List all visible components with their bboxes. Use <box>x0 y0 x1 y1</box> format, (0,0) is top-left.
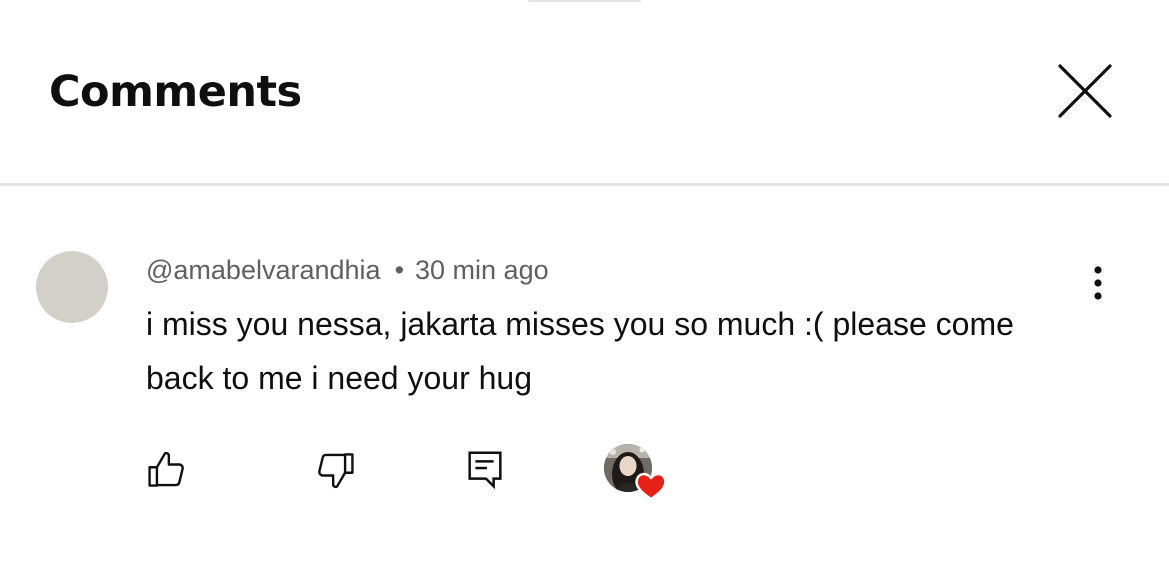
avatar[interactable] <box>36 251 108 323</box>
author-handle[interactable]: @amabelvarandhia <box>146 255 381 285</box>
more-vert-icon <box>1094 266 1102 300</box>
thumbs-up-icon <box>148 451 184 487</box>
more-options-button[interactable] <box>1078 264 1118 308</box>
reply-button[interactable] <box>462 446 512 496</box>
close-icon <box>1058 64 1112 118</box>
comments-sheet: Comments @amabelvarandhia • 30 min ago i m… <box>0 0 1169 574</box>
comment-timestamp: 30 min ago <box>415 255 549 285</box>
comments-header: Comments <box>0 0 1169 183</box>
page-title: Comments <box>49 67 302 117</box>
reply-comment-icon <box>468 451 502 490</box>
creator-heart <box>604 444 668 504</box>
close-button[interactable] <box>1052 58 1118 124</box>
dislike-button[interactable] <box>313 448 363 498</box>
comment-actions <box>0 438 1169 508</box>
meta-separator: • <box>394 255 405 285</box>
comment-meta: @amabelvarandhia • 30 min ago <box>146 253 549 287</box>
comment-item: @amabelvarandhia • 30 min ago i miss you n… <box>0 186 1169 574</box>
heart-icon <box>634 470 668 502</box>
comment-text: i miss you nessa, jakarta misses you so … <box>146 306 1014 396</box>
thumbs-down-icon <box>318 453 354 489</box>
like-button[interactable] <box>145 448 195 498</box>
